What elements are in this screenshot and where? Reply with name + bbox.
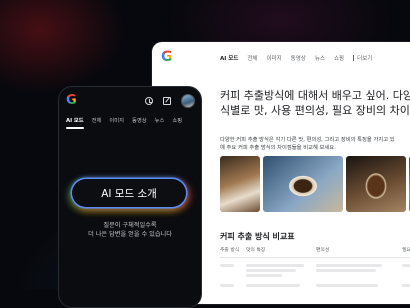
- tab-videos[interactable]: 동영상: [132, 116, 147, 129]
- table-row: [220, 264, 410, 279]
- text-placeholder: [316, 269, 376, 272]
- text-placeholder: [220, 264, 234, 267]
- text-placeholder: [402, 284, 410, 287]
- tab-shopping[interactable]: 쇼핑: [172, 116, 182, 129]
- tab-news[interactable]: 뉴스: [315, 54, 325, 62]
- tab-shopping[interactable]: 쇼핑: [334, 54, 344, 62]
- answer-description-line: 예 주요 커피 추출 방식의 차이점들을 비교해 보세요.: [220, 145, 336, 151]
- tab-ai-mode[interactable]: AI 모드: [220, 54, 238, 62]
- hint-line: 질문이 구체적일수록: [103, 222, 157, 229]
- tab-news[interactable]: 뉴스: [155, 116, 165, 129]
- text-placeholder: [220, 284, 234, 287]
- query-heading-line: 식별로 맛, 사용 편의성, 필요 장비의 차이점을: [220, 104, 410, 117]
- table-row: [220, 284, 410, 289]
- desktop-toolbar: G AI 모드 전체 이미지 동영상 뉴스 쇼핑 더보기: [152, 42, 410, 72]
- more-divider-icon: [353, 55, 355, 61]
- tab-images[interactable]: 이미지: [266, 54, 281, 62]
- table-header-equipment: 필요: [402, 248, 410, 253]
- table-header-row: 추출 방식 맛의 특징 편의성 필요: [220, 246, 410, 258]
- text-placeholder: [316, 284, 378, 287]
- hint-line: 더 나은 답변을 얻을 수 있습니다: [88, 231, 172, 238]
- history-icon[interactable]: [145, 97, 153, 105]
- query-heading: 커피 추출방식에 대해서 배우고 싶어. 다양한 식별로 맛, 사용 편의성, …: [220, 88, 410, 118]
- image-carousel: [220, 156, 410, 212]
- tab-videos[interactable]: 동영상: [291, 54, 306, 62]
- answer-description: 다양한 커피 추출 방식은 각기 다른 맛, 편의성, 그리고 장비의 특징을 …: [220, 136, 410, 152]
- table-body: [220, 264, 410, 289]
- mobile-app-window: G AI 모드 전체 이미지 동영상 뉴스 쇼핑 AI 모드 소개 질문이 구체…: [58, 86, 202, 308]
- mobile-header-actions: [145, 94, 195, 108]
- tab-more-label: 더보기: [357, 56, 373, 62]
- answer-description-line: 다양한 커피 추출 방식은 각기 다른 맛, 편의성, 그리고 장비의 특징을 …: [220, 137, 395, 143]
- text-placeholder: [246, 274, 282, 277]
- tab-all[interactable]: 전체: [247, 54, 257, 62]
- tab-images[interactable]: 이미지: [109, 116, 124, 129]
- coffee-image-pour-over[interactable]: [220, 156, 260, 212]
- coffee-image-moka[interactable]: [346, 156, 406, 212]
- google-logo[interactable]: G: [161, 49, 173, 65]
- text-placeholder: [246, 264, 304, 267]
- table-header-method: 추출 방식: [220, 248, 240, 253]
- mobile-hint-text: 질문이 구체적일수록 더 나은 답변을 얻을 수 있습니다: [59, 221, 201, 239]
- text-placeholder: [246, 269, 296, 272]
- text-placeholder: [316, 264, 382, 267]
- text-placeholder: [246, 284, 300, 287]
- new-chat-icon[interactable]: [163, 97, 171, 105]
- coffee-image-latte[interactable]: [263, 156, 343, 212]
- tab-all[interactable]: 전체: [92, 116, 102, 129]
- query-heading-line: 커피 추출방식에 대해서 배우고 싶어. 다양한: [220, 89, 410, 102]
- text-placeholder: [402, 264, 410, 267]
- tab-more[interactable]: 더보기: [353, 54, 372, 62]
- desktop-search-tabs: AI 모드 전체 이미지 동영상 뉴스 쇼핑 더보기: [220, 54, 372, 62]
- tab-ai-mode[interactable]: AI 모드: [66, 116, 84, 129]
- table-header-convenience: 편의성: [316, 248, 330, 253]
- comparison-table: 추출 방식 맛의 특징 편의성 필요: [220, 246, 410, 294]
- mobile-search-tabs: AI 모드 전체 이미지 동영상 뉴스 쇼핑: [66, 116, 182, 129]
- ai-mode-intro-button[interactable]: AI 모드 소개: [72, 179, 186, 207]
- google-logo[interactable]: G: [66, 93, 77, 108]
- comparison-table-title: 커피 추출 방식 비교표: [220, 232, 295, 241]
- table-header-taste: 맛의 특징: [246, 248, 266, 253]
- avatar[interactable]: [181, 94, 195, 108]
